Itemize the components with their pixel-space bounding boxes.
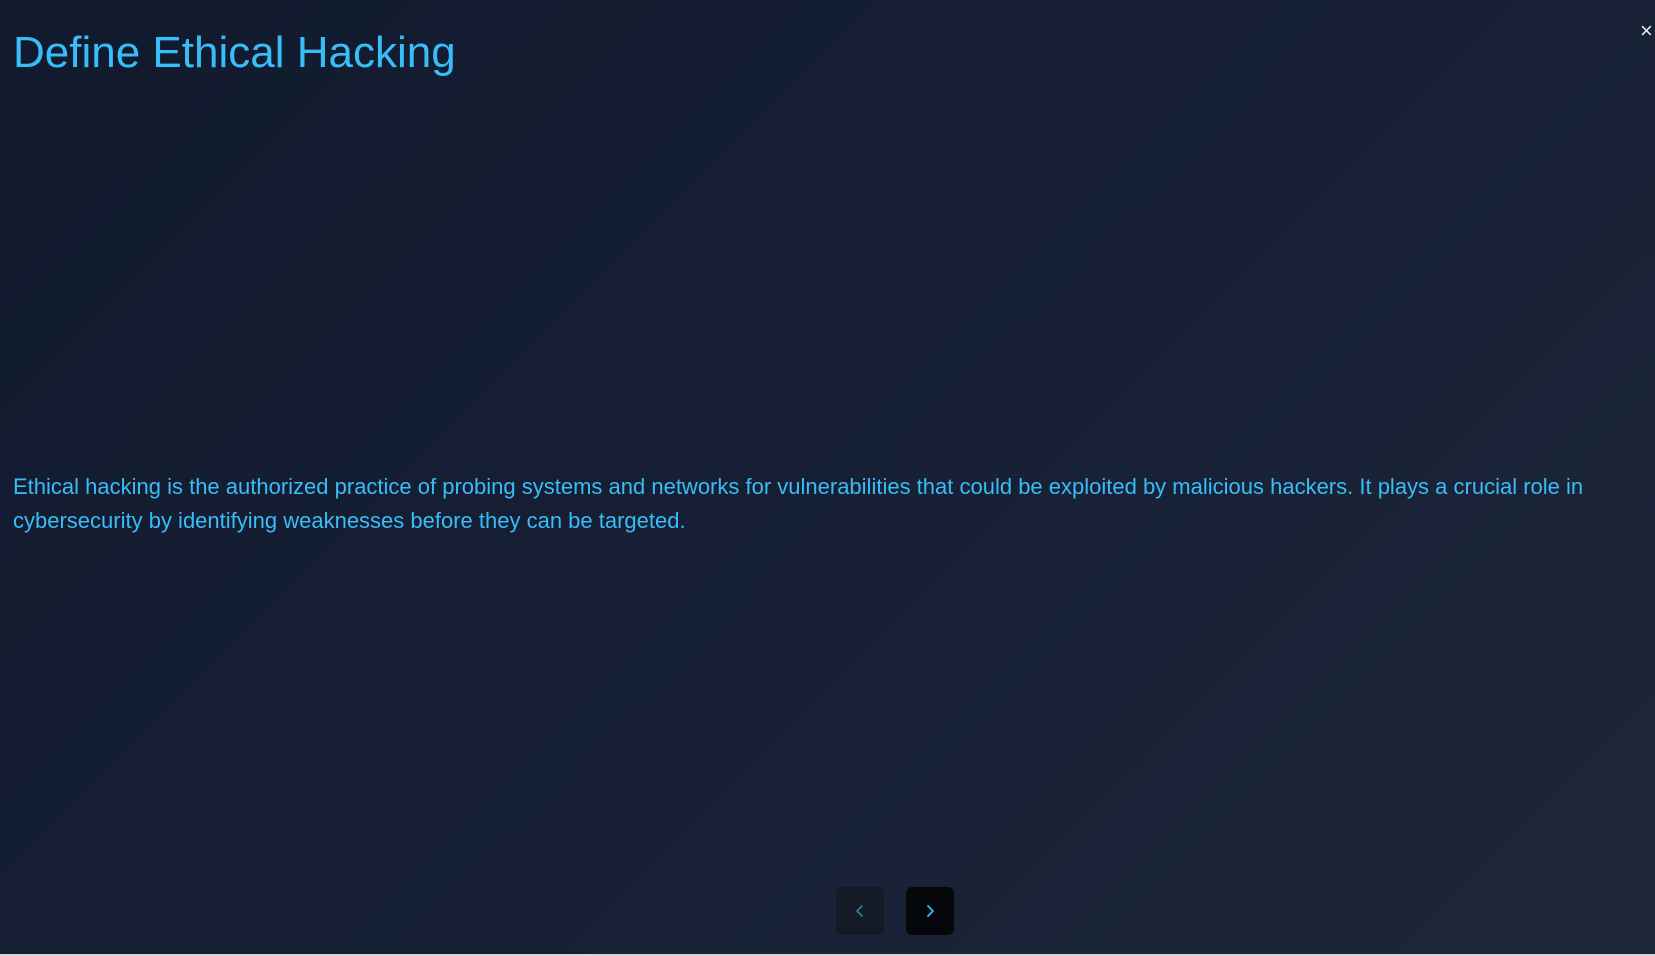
next-slide-button[interactable] xyxy=(906,887,954,935)
close-button[interactable]: × xyxy=(1640,17,1655,45)
chevron-left-icon xyxy=(856,905,863,917)
chevron-right-icon xyxy=(927,905,934,917)
slide-body-text: Ethical hacking is the authorized practi… xyxy=(13,474,1584,533)
close-icon: × xyxy=(1640,18,1653,43)
flashcard-slide: Define Ethical Hacking × Ethical hacking… xyxy=(0,0,1655,956)
slide-title: Define Ethical Hacking xyxy=(13,28,456,77)
previous-slide-button[interactable] xyxy=(836,887,884,935)
